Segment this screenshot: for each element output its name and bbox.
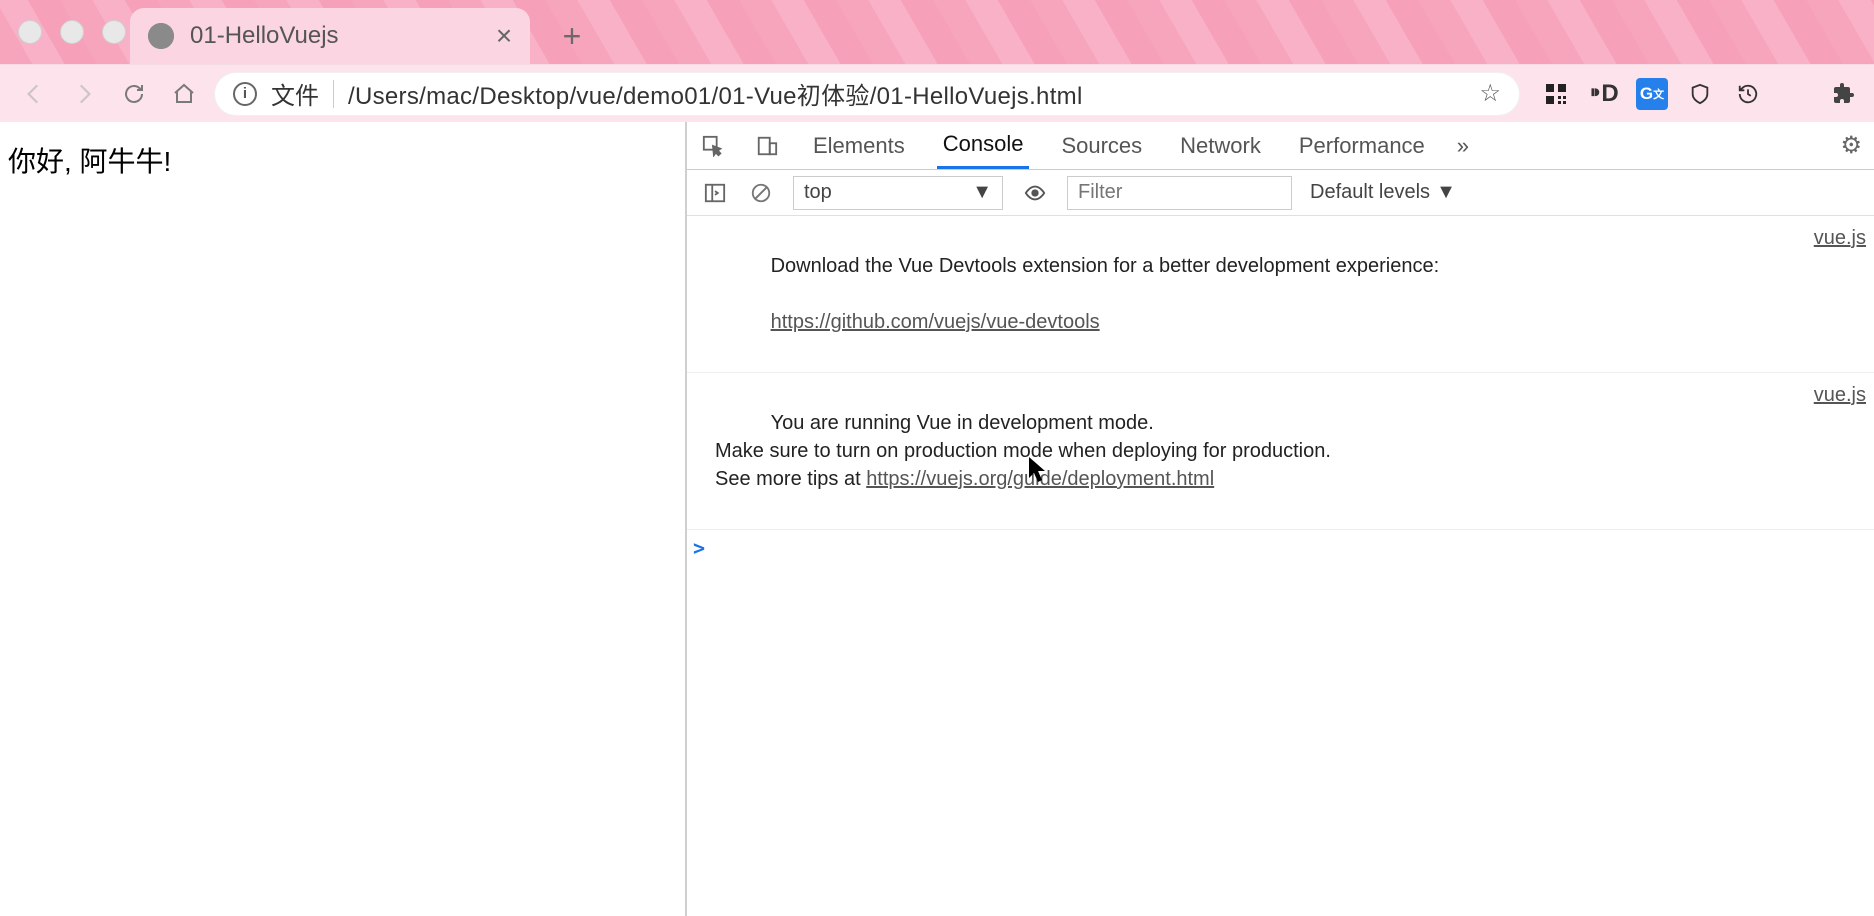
info-icon[interactable]: i	[233, 82, 257, 106]
close-icon[interactable]: ×	[492, 20, 516, 52]
extension-block-icon[interactable]	[1780, 78, 1812, 110]
prompt-caret-icon: >	[693, 536, 705, 560]
new-tab-button[interactable]: +	[554, 18, 590, 54]
page-viewport: 你好, 阿牛牛!	[0, 122, 685, 916]
more-tabs-icon[interactable]: »	[1457, 133, 1469, 159]
bookmark-star-icon[interactable]: ☆	[1479, 79, 1501, 108]
browser-tab-active[interactable]: 01-HelloVuejs ×	[130, 8, 530, 64]
tab-elements[interactable]: Elements	[807, 122, 911, 169]
reload-button[interactable]	[114, 74, 154, 114]
address-bar[interactable]: i 文件 /Users/mac/Desktop/vue/demo01/01-Vu…	[214, 72, 1520, 116]
log-link[interactable]: https://github.com/vuejs/vue-devtools	[771, 311, 1100, 333]
gear-icon[interactable]: ⚙	[1840, 131, 1862, 160]
filter-input[interactable]	[1067, 176, 1292, 210]
extension-icons: ⁍D G文	[1540, 78, 1860, 110]
console-sidebar-toggle-icon[interactable]	[701, 179, 729, 207]
console-log-entry: You are running Vue in development mode.…	[687, 373, 1874, 530]
extensions-puzzle-icon[interactable]	[1828, 78, 1860, 110]
window-min-dot[interactable]	[60, 20, 84, 44]
url-path: /Users/mac/Desktop/vue/demo01/01-Vue初体验/…	[348, 76, 1083, 111]
google-translate-icon[interactable]: G文	[1636, 78, 1668, 110]
console-log-entry: Download the Vue Devtools extension for …	[687, 216, 1874, 373]
tab-strip: 01-HelloVuejs × +	[0, 0, 1874, 64]
inspect-element-icon[interactable]	[699, 132, 727, 160]
extension-d-icon[interactable]: ⁍D	[1588, 78, 1620, 110]
back-button[interactable]	[14, 74, 54, 114]
address-toolbar: i 文件 /Users/mac/Desktop/vue/demo01/01-Vu…	[0, 64, 1874, 122]
log-text: Download the Vue Devtools extension for …	[771, 255, 1440, 277]
page-heading: 你好, 阿牛牛!	[8, 140, 677, 180]
window-traffic-lights	[18, 20, 126, 44]
context-label: top	[804, 181, 832, 204]
chevron-down-icon: ▼	[1436, 181, 1456, 204]
devtools-tabbar: Elements Console Sources Network Perform…	[687, 122, 1874, 170]
log-levels-dropdown[interactable]: Default levels ▼	[1310, 181, 1456, 204]
clear-console-icon[interactable]	[747, 179, 775, 207]
globe-icon	[148, 23, 174, 49]
tab-title: 01-HelloVuejs	[190, 22, 476, 50]
live-expression-eye-icon[interactable]	[1021, 179, 1049, 207]
divider	[333, 80, 334, 108]
window-max-dot[interactable]	[102, 20, 126, 44]
tab-performance[interactable]: Performance	[1293, 122, 1431, 169]
console-toolbar: top ▼ Default levels ▼	[687, 170, 1874, 216]
tab-sources[interactable]: Sources	[1055, 122, 1148, 169]
console-prompt[interactable]: >	[687, 530, 1874, 566]
devtools-panel: Elements Console Sources Network Perform…	[685, 122, 1874, 916]
history-icon[interactable]	[1732, 78, 1764, 110]
execution-context-dropdown[interactable]: top ▼	[793, 176, 1003, 210]
url-scheme-label: 文件	[271, 76, 319, 111]
device-toolbar-icon[interactable]	[753, 132, 781, 160]
levels-label: Default levels	[1310, 181, 1430, 204]
mouse-cursor-icon	[1028, 456, 1048, 484]
window-close-dot[interactable]	[18, 20, 42, 44]
console-log-area: Download the Vue Devtools extension for …	[687, 216, 1874, 916]
forward-button[interactable]	[64, 74, 104, 114]
tab-network[interactable]: Network	[1174, 122, 1267, 169]
chevron-down-icon: ▼	[972, 181, 992, 204]
shield-icon[interactable]	[1684, 78, 1716, 110]
tab-console[interactable]: Console	[937, 122, 1030, 169]
log-source-link[interactable]: vue.js	[1814, 381, 1866, 521]
log-source-link[interactable]: vue.js	[1814, 224, 1866, 364]
qr-icon[interactable]	[1540, 78, 1572, 110]
home-button[interactable]	[164, 74, 204, 114]
